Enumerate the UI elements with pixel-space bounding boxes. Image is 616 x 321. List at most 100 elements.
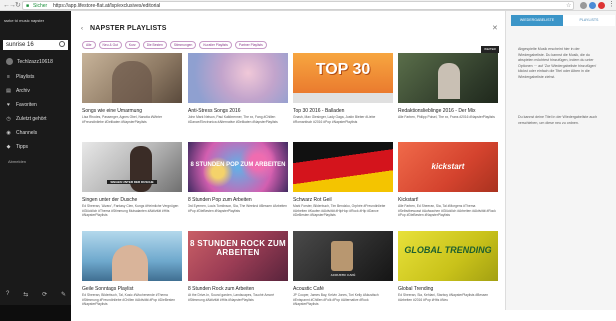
brand-logo: ssrke t•i music napster: [4, 18, 45, 23]
playlist-cover-image[interactable]: TOP 30: [293, 53, 393, 103]
address-bar[interactable]: ■ Sicher https://app.lifestore-flat.at/l…: [22, 1, 574, 10]
sidebar-item-favoriten[interactable]: ♥ Favoriten: [6, 102, 37, 108]
avatar: [6, 58, 13, 65]
playlist-description: Ed Sheeran, Sia, Kehlani, Starboy #Napst…: [398, 293, 489, 302]
playlist-description: Ed Sheeran, 'Alvaro', Fantasy Cien, Kung…: [82, 204, 179, 217]
diamond-icon: ◆: [6, 144, 11, 150]
reload-icon[interactable]: ↻: [15, 1, 21, 10]
playlist-cover-image[interactable]: SINGEN UNTER DER DUSCHE: [82, 142, 182, 192]
sidebar-toolbar: ? ⇆ ⟳ ✎: [6, 291, 66, 298]
cover-figure: [112, 61, 152, 103]
playlist-title[interactable]: 8 Stunden Rock zum Arbeiten: [188, 286, 288, 292]
cover-text: 8 STUNDEN ROCK ZUM ARBEITEN: [189, 239, 287, 257]
cover-text: TOP 30: [315, 61, 371, 78]
shuffle-icon[interactable]: ⇆: [23, 291, 28, 298]
queue-help-text-2: Du kannst deine Titel in der Wiedergabel…: [518, 115, 598, 125]
tag-stimmungen[interactable]: Stimmungen: [169, 41, 197, 49]
playlist-description: Alle Farben, Philipp Poisel, The xx, Fra…: [398, 115, 495, 119]
playlist-title[interactable]: Schwarz Rot Geil: [293, 197, 393, 203]
tab-wiedergabeliste[interactable]: WIEDERGABELISTE: [511, 15, 563, 26]
cover-text: SINGEN UNTER DER DUSCHE: [107, 180, 157, 184]
playlist-title[interactable]: 8 Stunden Pop zum Arbeiten: [188, 197, 288, 203]
playlist-cover-image[interactable]: [82, 53, 182, 103]
close-icon[interactable]: ✕: [492, 24, 498, 32]
secure-label: Sicher: [33, 3, 48, 9]
playlist-card[interactable]: 8 STUNDEN ROCK ZUM ARBEITEN 8 Stunden Ro…: [188, 231, 288, 302]
extension-icon[interactable]: [580, 2, 587, 9]
playlist-cover-image[interactable]: 8 STUNDEN ROCK ZUM ARBEITEN: [188, 231, 288, 281]
tag-partner-playlists[interactable]: Partner Playlists: [234, 41, 267, 49]
sidebar-item-tipps[interactable]: ◆ Tipps: [6, 144, 28, 150]
repeat-icon[interactable]: ⟳: [42, 291, 47, 298]
logout-link[interactable]: Abmelden: [8, 159, 26, 164]
tag-neu-gut[interactable]: Neu & Gut: [98, 41, 122, 49]
playlist-card[interactable]: Geile Sonntags Playlist Ed Sheeran, Bild…: [82, 231, 182, 307]
heart-icon: ♥: [7, 102, 10, 108]
playlist-cover-image[interactable]: [82, 231, 182, 281]
tag-kurz[interactable]: Kurz: [124, 41, 140, 49]
playlist-cover-image[interactable]: [188, 53, 288, 103]
playlist-cover-image[interactable]: kickstart: [398, 142, 498, 192]
playlist-card[interactable]: SINGEN UNTER DER DUSCHE Singen unter der…: [82, 142, 182, 218]
search-input[interactable]: sunrise 16: [3, 40, 68, 50]
playlist-description: At the Drive-In, Sound garden, Landscape…: [188, 293, 275, 302]
bookmark-star-icon[interactable]: ☆: [566, 2, 571, 10]
tag-kuratier-playlists[interactable]: Kuratier Playlists: [199, 41, 232, 49]
sidebar-item-archiv[interactable]: ▤ Archiv: [6, 88, 30, 94]
sidebar-item-playlists[interactable]: ≡ Playlists: [6, 74, 34, 80]
playlist-card[interactable]: GLOBAL TRENDING Global Trending Ed Sheer…: [398, 231, 498, 302]
extension-icon[interactable]: [598, 2, 605, 9]
page-title: NAPSTER PLAYLISTS: [90, 25, 167, 32]
sidebar-item-label: Archiv: [16, 88, 30, 94]
playlist-card[interactable]: Redaktionslieblinge 2016 - Der Mix Alle …: [398, 53, 498, 120]
browser-toolbar: ← → ↻ ■ Sicher https://app.lifestore-fla…: [0, 0, 616, 11]
playlist-description: John Mark Nelson, Paul Kalkbrenner, The …: [188, 115, 278, 124]
playlist-title[interactable]: Global Trending: [398, 286, 498, 292]
playlist-title[interactable]: Songs wie eine Umarmung: [82, 108, 182, 114]
playlist-description: Gnash, Max Giesinger, Lady Gaga, Justin …: [293, 115, 376, 124]
playlist-title[interactable]: Singen unter der Dusche: [82, 197, 182, 203]
playlist-title[interactable]: Top 30 2016 - Balladen: [293, 108, 393, 114]
sidebar-item-zuletzt[interactable]: ◷ Zuletzt gehört: [6, 116, 46, 122]
playlist-cover-image[interactable]: [398, 53, 498, 103]
sidebar-item-label: Channels: [16, 130, 38, 136]
sidebar-item-channels[interactable]: ◉ Channels: [6, 130, 37, 136]
edit-icon[interactable]: ✎: [61, 291, 66, 298]
extension-icon[interactable]: [589, 2, 596, 9]
playlist-card[interactable]: 8 STUNDEN POP ZUM ARBEITEN 8 Stunden Pop…: [188, 142, 288, 213]
tag-die-besten[interactable]: Die Besten: [142, 41, 167, 49]
playlist-card[interactable]: ACOUSTIC CAFÉ Acoustic Café JP Cooper, J…: [293, 231, 393, 307]
playlist-card[interactable]: Anti-Stress Songs 2016 John Mark Nelson,…: [188, 53, 288, 124]
playlist-card[interactable]: Songs wie eine Umarmung Lisa Rhodes, Pas…: [82, 53, 182, 124]
playlist-title[interactable]: Acoustic Café: [293, 286, 393, 292]
search-value[interactable]: sunrise 16: [6, 41, 34, 49]
playlist-description: JP Cooper, James Bay, Kelvin Jones, Tori…: [293, 293, 379, 306]
playlist-card[interactable]: TOP 30 Top 30 2016 - Balladen Gnash, Max…: [293, 53, 393, 124]
playlist-cover-image[interactable]: ACOUSTIC CAFÉ: [293, 231, 393, 281]
cover-cup: [331, 241, 353, 271]
playlist-cover-image[interactable]: 8 STUNDEN POP ZUM ARBEITEN: [188, 142, 288, 192]
tab-playlists[interactable]: PLAYLISTS: [563, 15, 615, 26]
tag-alle[interactable]: Alle: [82, 41, 96, 49]
player-bar[interactable]: [0, 305, 71, 321]
playlist-title[interactable]: Geile Sonntags Playlist: [82, 286, 182, 292]
playlist-card[interactable]: Schwarz Rot Geil Mark Forster, Bilderbuc…: [293, 142, 393, 218]
playlist-title[interactable]: Kickstart!: [398, 197, 498, 203]
playlist-cover-image[interactable]: GLOBAL TRENDING: [398, 231, 498, 281]
playlist-title[interactable]: Redaktionslieblinge 2016 - Der Mix: [398, 108, 498, 114]
browser-menu-icon[interactable]: ⋮: [608, 1, 615, 9]
url-text[interactable]: https://app.lifestore-flat.at/lsp/exclus…: [53, 2, 160, 10]
playlist-card[interactable]: kickstart Kickstart! Alle Farben, Ed She…: [398, 142, 498, 218]
main-content: ‹ NAPSTER PLAYLISTS ✕ Alle Neu & Gut Kur…: [71, 11, 505, 310]
playlist-cover-image[interactable]: [293, 142, 393, 192]
back-chevron-icon[interactable]: ‹: [81, 26, 83, 32]
sidebar-item-label: Playlists: [16, 74, 35, 80]
help-icon[interactable]: ?: [6, 291, 9, 298]
playlist-title[interactable]: Anti-Stress Songs 2016: [188, 108, 288, 114]
cover-strip: [293, 93, 393, 103]
list-icon: ≡: [7, 74, 10, 80]
playlist-description: Lisa Rhodes, Passenger, Agnes Obel, Nano…: [82, 115, 163, 124]
cover-text: kickstart: [431, 162, 465, 171]
user-profile[interactable]: Techlzazz10618: [6, 58, 53, 65]
search-icon[interactable]: [59, 41, 65, 47]
